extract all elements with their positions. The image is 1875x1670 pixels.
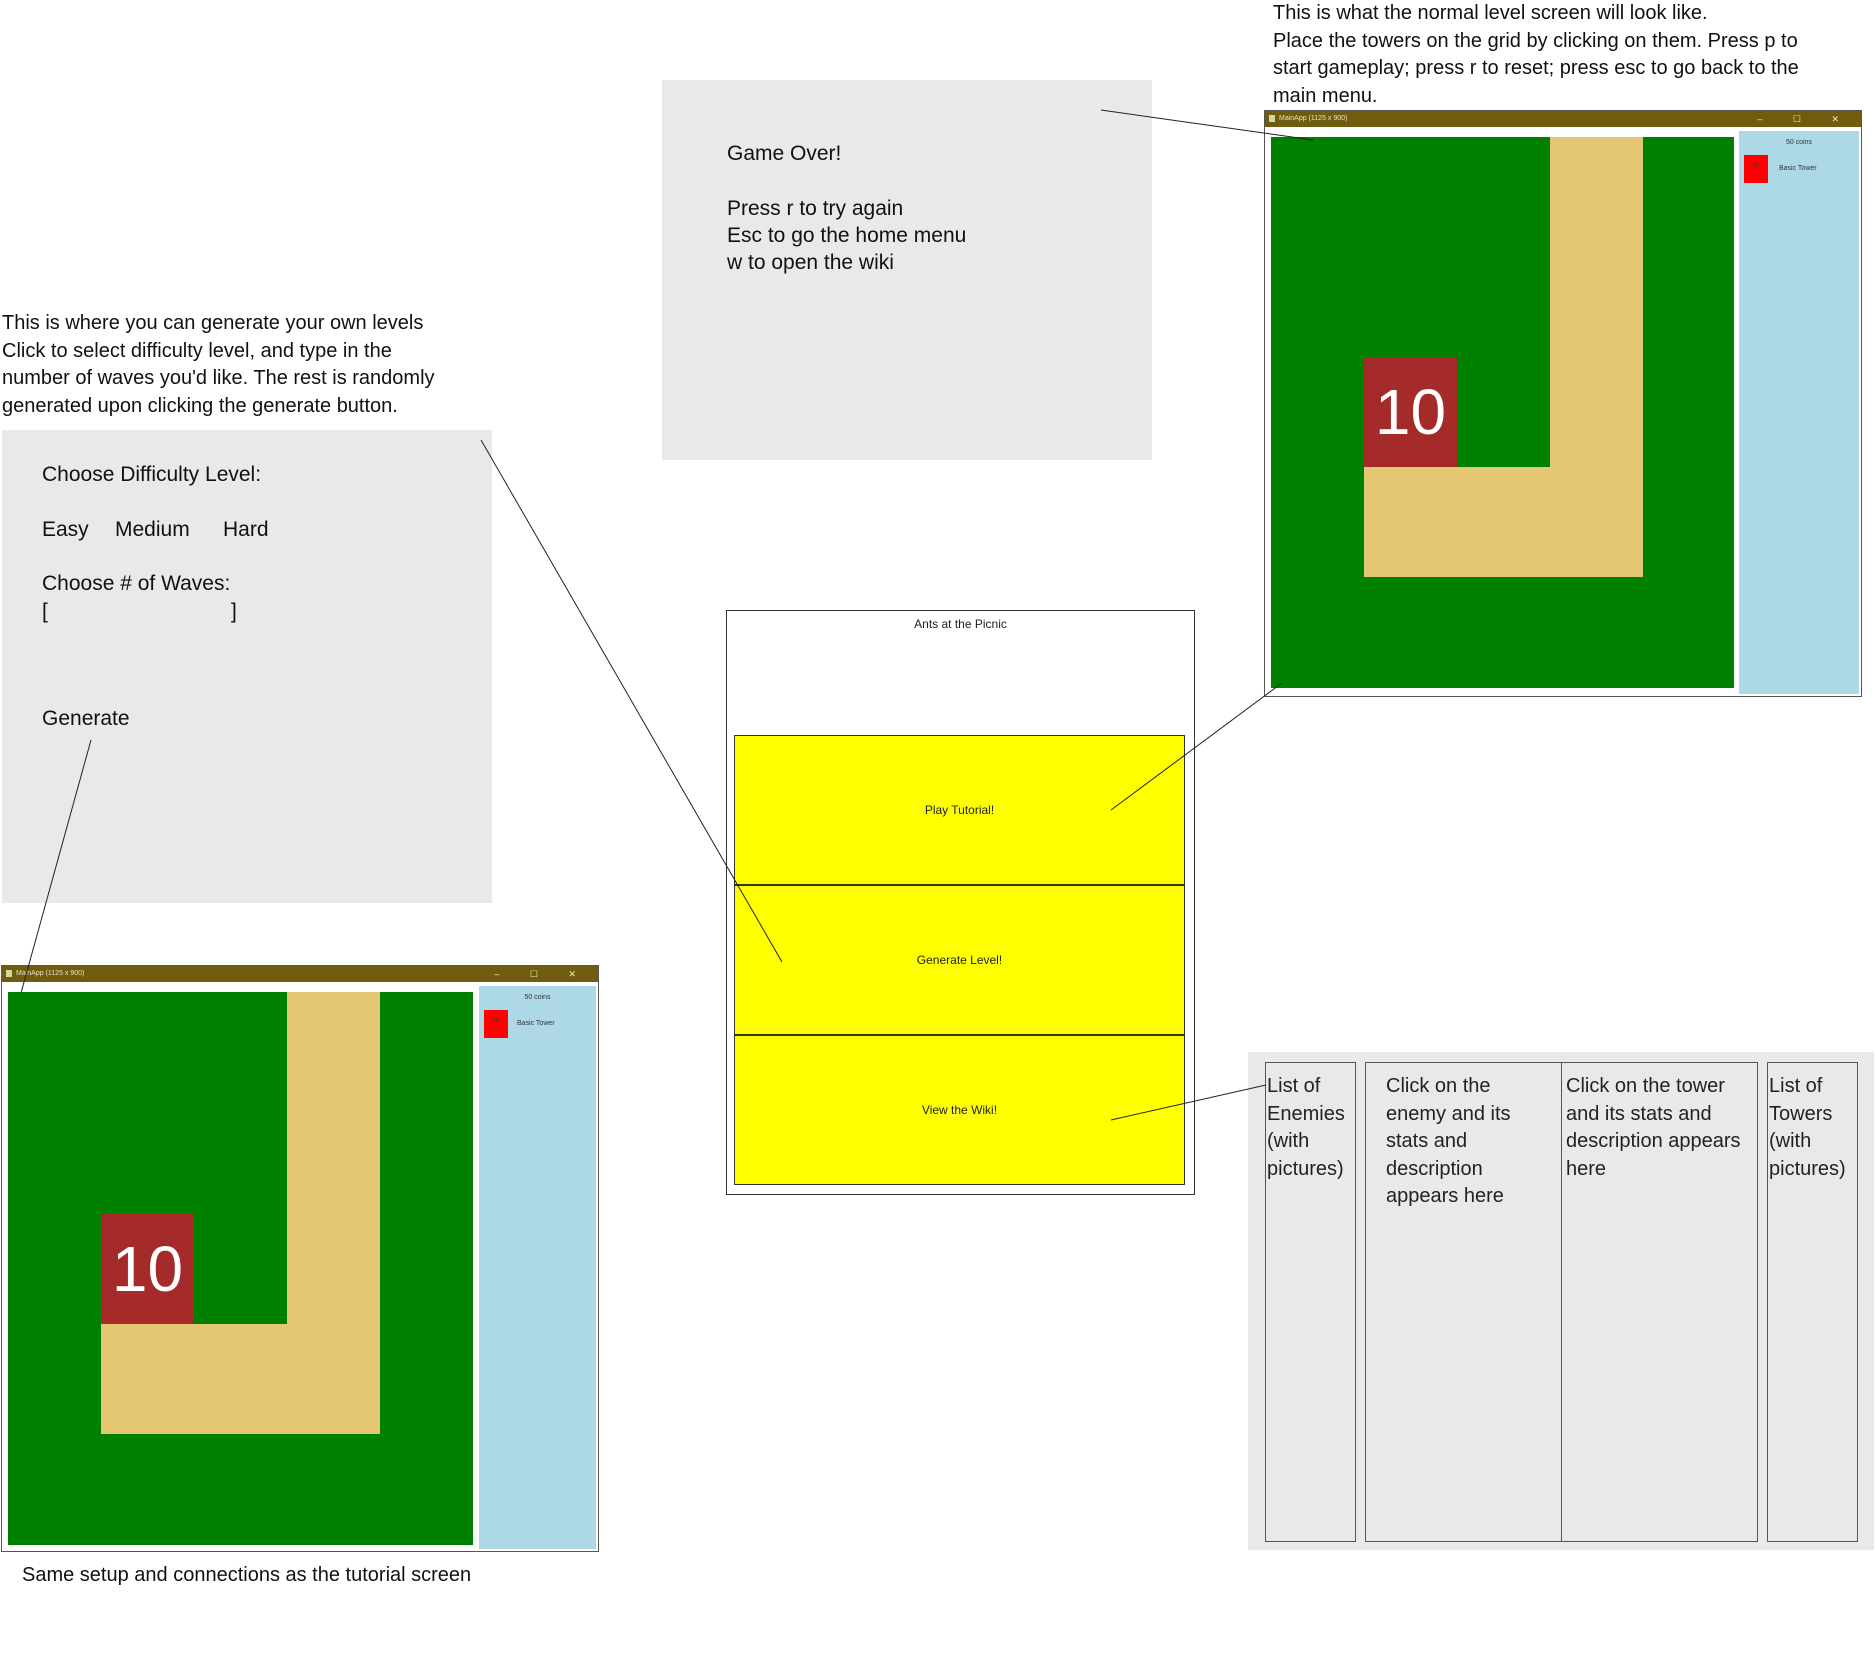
- connector-generate-to-panel: [480, 439, 783, 963]
- connector-tutorial-to-level: [1110, 682, 1283, 811]
- connector-gameover-to-level: [1100, 109, 1314, 141]
- connector-lines: [20, 109, 1314, 1121]
- connector-generate-to-window: [20, 739, 92, 994]
- connector-wiki-to-panel: [1110, 1084, 1267, 1121]
